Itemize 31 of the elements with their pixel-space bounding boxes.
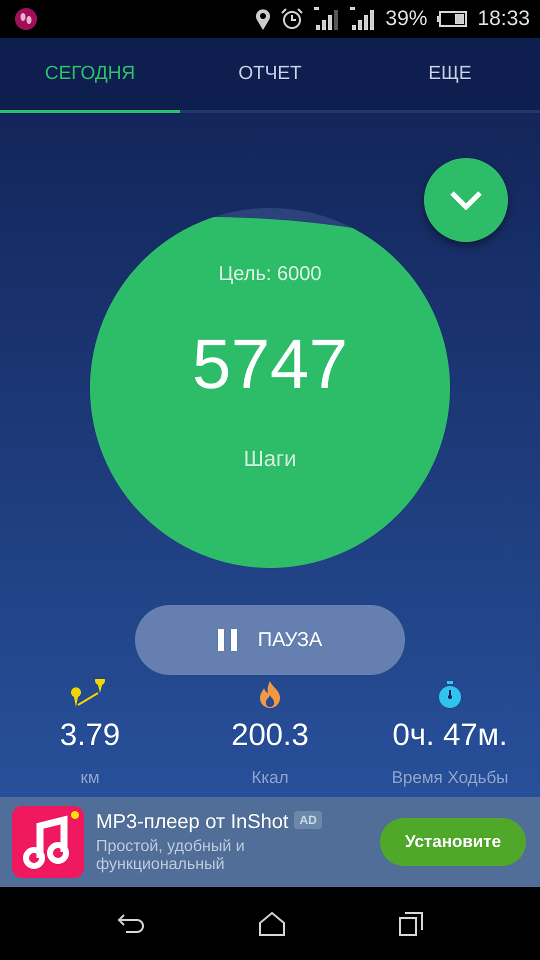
chevron-down-icon [449, 190, 483, 210]
step-count: 5747 [192, 324, 348, 404]
signal-icon [349, 6, 376, 32]
alarm-icon [281, 8, 304, 30]
tab[interactable]: ОТЧЕТ [180, 38, 360, 113]
stat-label: км [80, 768, 100, 788]
location-icon [255, 8, 272, 30]
tab[interactable]: ЕЩЕ [360, 38, 540, 113]
ad-badge: AD [294, 810, 322, 828]
stat-value: 0ч. 47м. [392, 717, 508, 753]
battery-percent: 39% [385, 7, 428, 31]
pause-button[interactable]: ПАУЗА [135, 605, 405, 675]
pause-icon [218, 629, 238, 651]
app-icon [14, 7, 38, 31]
clock-time: 18:33 [477, 7, 530, 31]
steps-label: Шаги [244, 446, 296, 472]
recent-apps-icon[interactable] [398, 910, 424, 936]
stat-label: Ккал [251, 768, 289, 788]
flame-icon [258, 681, 282, 709]
home-icon[interactable] [258, 910, 286, 936]
battery-icon [437, 11, 468, 27]
ad-description: Простой, удобный и функциональный [96, 838, 246, 874]
back-icon[interactable] [116, 912, 146, 936]
ad-title: MP3-плеер от InShot [96, 810, 288, 832]
stopwatch-icon [438, 681, 462, 709]
goal-text: Цель: 6000 [218, 263, 322, 286]
stat-value: 200.3 [231, 717, 309, 753]
stat-label: Время Ходьбы [392, 768, 508, 788]
stat-value: 3.79 [60, 717, 120, 753]
signal-icon [313, 6, 340, 32]
music-app-icon [12, 806, 84, 878]
